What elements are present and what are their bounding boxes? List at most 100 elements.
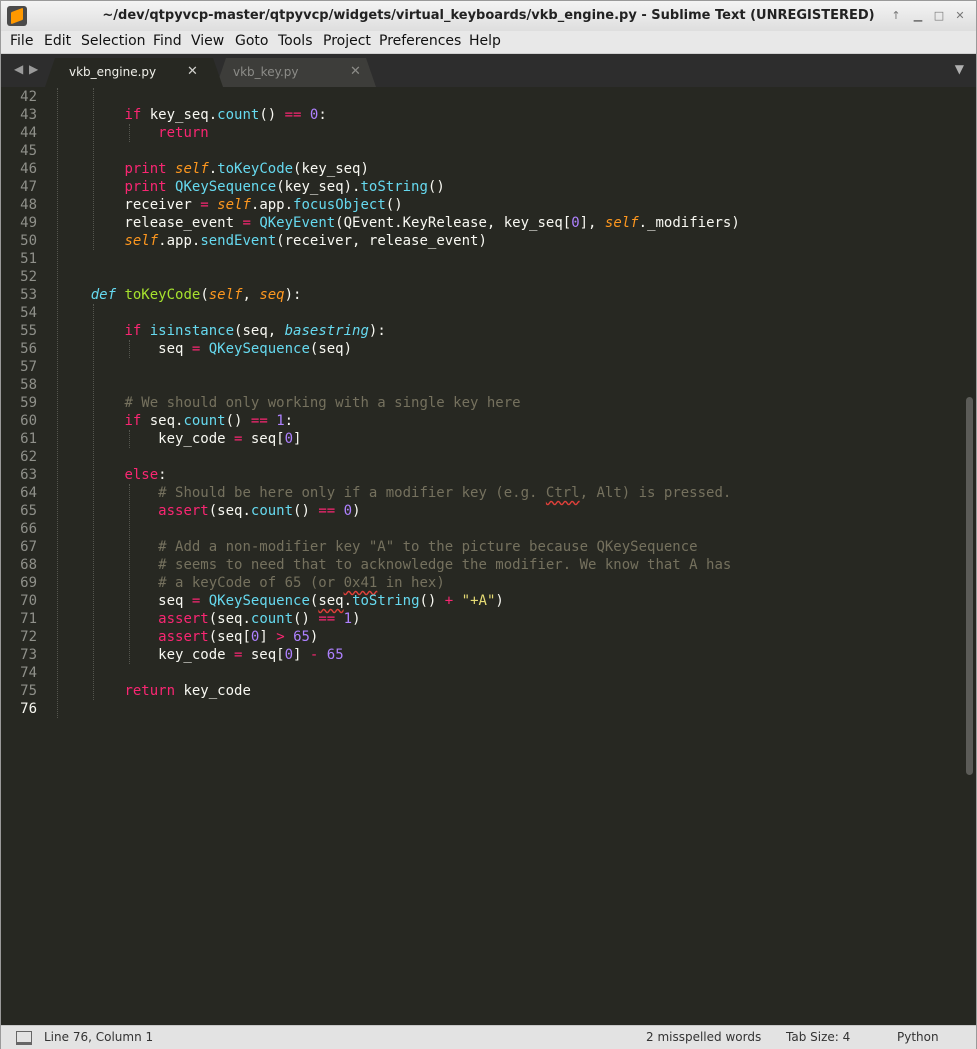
code-line[interactable]: # Should be here only if a modifier key … xyxy=(57,484,731,502)
line-number: 48 xyxy=(20,197,37,213)
code-token: 0 xyxy=(571,215,580,231)
code-line[interactable]: if isinstance(seq, basestring): xyxy=(57,322,385,340)
code-token: return xyxy=(158,125,209,141)
indent-guide xyxy=(57,88,58,718)
menu-project[interactable]: Project xyxy=(323,33,371,49)
code-line[interactable]: assert(seq.count() == 1) xyxy=(57,610,360,628)
code-token: assert xyxy=(158,503,209,519)
code-line[interactable]: # seems to need that to acknowledge the … xyxy=(57,556,731,574)
tab-vkb-key[interactable]: vkb_key.py ✕ xyxy=(216,58,376,87)
move-up-icon[interactable]: ↑ xyxy=(889,9,903,23)
code-line[interactable]: # Add a non-modifier key "A" to the pict… xyxy=(57,538,697,556)
menu-file[interactable]: File xyxy=(10,33,33,49)
menu-find[interactable]: Find xyxy=(153,33,182,49)
line-number: 60 xyxy=(20,413,37,429)
line-number: 46 xyxy=(20,161,37,177)
code-line[interactable]: self.app.sendEvent(receiver, release_eve… xyxy=(57,232,486,250)
menu-selection[interactable]: Selection xyxy=(81,33,146,49)
code-token: seq xyxy=(318,593,344,609)
code-token: , xyxy=(242,287,260,303)
panel-toggle-icon[interactable] xyxy=(16,1031,32,1045)
code-token: self xyxy=(604,215,639,231)
tab-vkb-engine[interactable]: vkb_engine.py ✕ xyxy=(45,58,223,87)
code-token: = xyxy=(200,197,209,213)
code-line[interactable]: receiver = self.app.focusObject() xyxy=(57,196,402,214)
code-line[interactable]: def toKeyCode(self, seq): xyxy=(57,286,302,304)
code-token: count xyxy=(183,413,226,429)
code-line[interactable]: print self.toKeyCode(key_seq) xyxy=(57,160,368,178)
chevron-down-icon[interactable]: ▼ xyxy=(955,62,964,76)
code-line[interactable]: seq = QKeySequence(seq) xyxy=(57,340,352,358)
close-window-button[interactable]: ✕ xyxy=(953,9,967,23)
syntax-mode[interactable]: Python xyxy=(897,1030,939,1044)
line-number: 52 xyxy=(20,269,37,285)
code-token: count xyxy=(217,107,260,123)
line-number: 67 xyxy=(20,539,37,555)
code-token: count xyxy=(250,611,294,627)
menu-goto[interactable]: Goto xyxy=(235,33,268,49)
code-token: 0 xyxy=(343,503,353,519)
code-token: sendEvent xyxy=(200,233,277,249)
code-line[interactable]: # We should only working with a single k… xyxy=(57,394,520,412)
code-token: ( xyxy=(200,287,209,303)
code-token: self xyxy=(217,197,251,213)
code-line[interactable]: assert(seq.count() == 0) xyxy=(57,502,360,520)
code-line[interactable]: else: xyxy=(57,466,166,484)
code-line[interactable]: return xyxy=(57,124,209,142)
code-line[interactable]: key_code = seq[0] - 65 xyxy=(57,646,344,664)
code-line[interactable]: # a keyCode of 65 (or 0x41 in hex) xyxy=(57,574,445,592)
line-number: 42 xyxy=(20,89,37,105)
code-token: seq xyxy=(57,593,192,609)
code-line[interactable]: release_event = QKeyEvent(QEvent.KeyRele… xyxy=(57,214,739,232)
line-number: 74 xyxy=(20,665,37,681)
code-line[interactable]: return key_code xyxy=(57,682,250,700)
indent-guide xyxy=(128,484,130,664)
scrollbar-thumb[interactable] xyxy=(966,397,973,775)
code-token: : xyxy=(318,107,327,123)
code-token: ] xyxy=(293,431,302,447)
code-token: if xyxy=(124,413,142,429)
tab-nav-right-icon[interactable]: ▶ xyxy=(29,62,38,76)
code-token: () xyxy=(293,503,319,519)
code-line[interactable]: if key_seq.count() == 0: xyxy=(57,106,327,124)
menu-tools[interactable]: Tools xyxy=(278,33,313,49)
tab-nav-left-icon[interactable]: ◀ xyxy=(14,62,23,76)
maximize-button[interactable]: □ xyxy=(932,9,946,23)
code-token: seq xyxy=(259,287,285,303)
code-token: isinstance xyxy=(149,323,235,339)
menu-preferences[interactable]: Preferences xyxy=(379,33,461,49)
line-number: 75 xyxy=(20,683,37,699)
menu-view[interactable]: View xyxy=(191,33,224,49)
code-token: . xyxy=(343,593,353,609)
close-icon[interactable]: ✕ xyxy=(350,64,361,79)
line-number: 70 xyxy=(20,593,37,609)
code-token: self xyxy=(175,161,209,177)
line-number: 62 xyxy=(20,449,37,465)
line-number: 54 xyxy=(20,305,37,321)
line-number: 61 xyxy=(20,431,37,447)
code-token: Ctrl xyxy=(545,485,580,501)
close-icon[interactable]: ✕ xyxy=(187,64,198,79)
code-token: assert xyxy=(158,611,209,627)
code-token: focusObject xyxy=(293,197,386,213)
code-line[interactable]: assert(seq[0] > 65) xyxy=(57,628,318,646)
code-token: ] xyxy=(259,629,277,645)
code-token: == xyxy=(250,413,268,429)
code-editor[interactable]: 42 43 44 45 46 47 48 49 50 51 52 53 54 55 56 57 58 59 60 61… xyxy=(1,87,976,1025)
code-line[interactable]: print QKeySequence(key_seq).toString() xyxy=(57,178,444,196)
code-token: (key_seq). xyxy=(276,179,361,195)
line-number: 71 xyxy=(20,611,37,627)
code-token: 65 xyxy=(326,647,344,663)
code-line[interactable]: seq = QKeySequence(seq.toString() + "+A"… xyxy=(57,592,504,610)
code-token: = xyxy=(242,215,251,231)
code-token: (seq) xyxy=(309,341,353,357)
cursor-position: Line 76, Column 1 xyxy=(44,1030,154,1044)
menu-edit[interactable]: Edit xyxy=(44,33,71,49)
menu-help[interactable]: Help xyxy=(469,33,501,49)
minimize-button[interactable]: ▁ xyxy=(911,9,925,23)
tab-size[interactable]: Tab Size: 4 xyxy=(786,1030,850,1044)
